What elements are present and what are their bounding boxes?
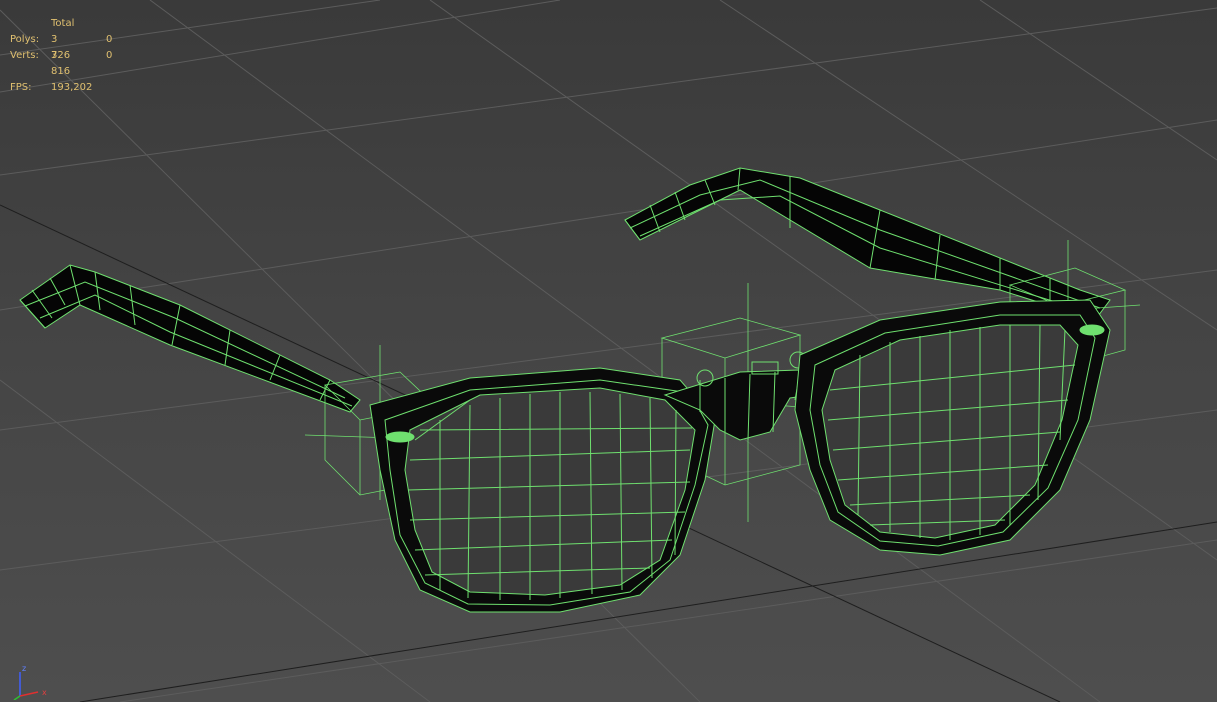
x-axis-line xyxy=(19,691,39,697)
right-hinge-stud xyxy=(1079,324,1105,336)
x-axis-label: x xyxy=(42,688,47,697)
polys-selected: 0 xyxy=(106,34,113,45)
fps-label: FPS: xyxy=(10,82,32,93)
verts-total: 3 816 xyxy=(51,50,71,77)
y-axis-line xyxy=(13,695,21,701)
verts-label: Verts: xyxy=(10,50,39,61)
left-hinge-stud xyxy=(385,431,415,443)
wireframe-scene[interactable] xyxy=(0,0,1217,702)
fps-value: 193,202 xyxy=(51,82,93,93)
axis-tripod-icon: z x xyxy=(8,664,52,701)
right-lens xyxy=(794,299,1111,556)
polys-label: Polys: xyxy=(10,34,40,45)
left-lens xyxy=(369,367,716,613)
verts-selected: 0 xyxy=(106,50,113,61)
stats-header: Total xyxy=(51,18,75,29)
z-axis-label: z xyxy=(22,664,27,673)
left-temple xyxy=(19,264,361,413)
right-temple xyxy=(624,167,1111,321)
perspective-viewport[interactable]: Total Polys: 3 726 0 Verts: 3 816 0 FPS:… xyxy=(0,0,1217,702)
